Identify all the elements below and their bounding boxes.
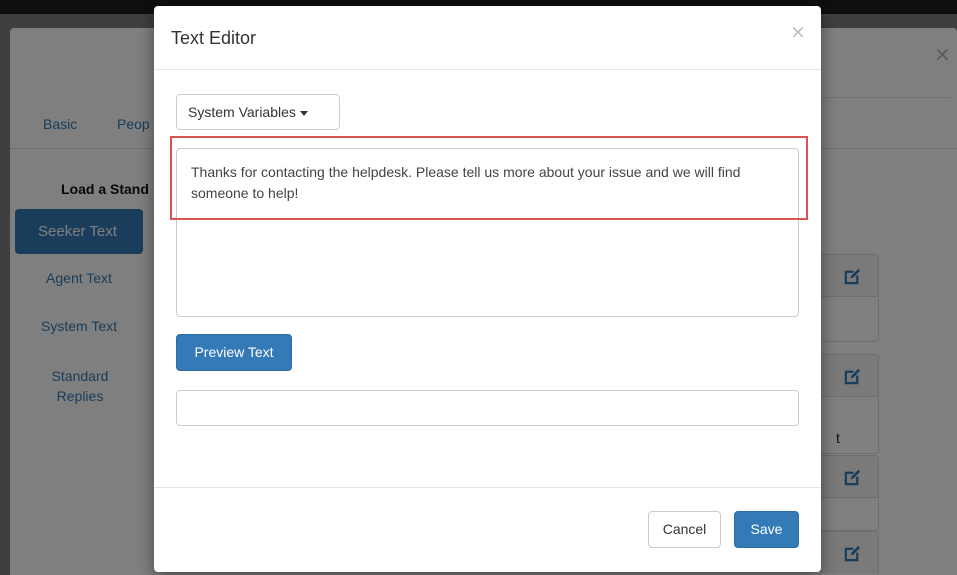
text-editor-modal: Text Editor × System Variables Thanks fo… xyxy=(154,6,821,572)
caret-down-icon xyxy=(299,110,308,116)
save-button[interactable]: Save xyxy=(734,511,799,548)
message-textarea[interactable]: Thanks for contacting the helpdesk. Plea… xyxy=(176,148,799,317)
cancel-button[interactable]: Cancel xyxy=(648,511,721,548)
system-variables-dropdown[interactable]: System Variables xyxy=(176,94,340,130)
preview-output xyxy=(176,390,799,426)
preview-text-button[interactable]: Preview Text xyxy=(176,334,292,371)
modal-footer-divider xyxy=(154,487,821,488)
modal-title: Text Editor xyxy=(171,28,257,48)
close-icon[interactable]: × xyxy=(790,21,806,43)
modal-header: Text Editor × xyxy=(154,6,821,70)
system-variables-label: System Variables xyxy=(188,104,296,120)
